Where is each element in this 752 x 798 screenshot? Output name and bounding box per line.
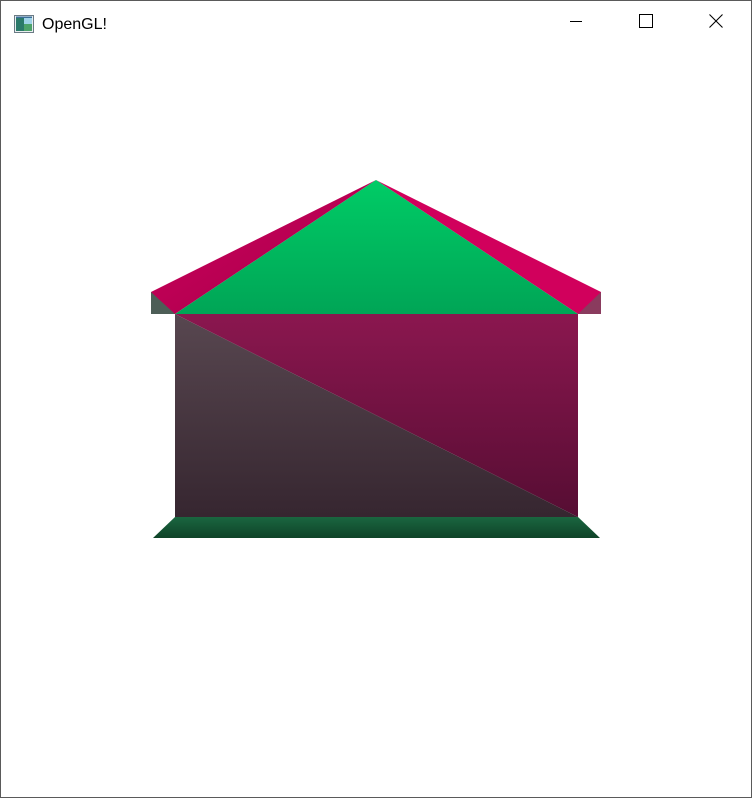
opengl-window: OpenGL!: [0, 0, 752, 798]
close-button[interactable]: [681, 1, 751, 46]
title-bar[interactable]: OpenGL!: [1, 1, 751, 46]
house-base: [153, 517, 600, 538]
house-scene: [151, 180, 601, 538]
minimize-icon: [568, 13, 584, 34]
window-title: OpenGL!: [42, 16, 107, 33]
close-icon: [708, 13, 724, 34]
minimize-button[interactable]: [541, 1, 611, 46]
opengl-window-icon: [14, 15, 34, 33]
roof-front-triangle: [175, 180, 578, 314]
maximize-icon: [638, 13, 654, 34]
opengl-viewport[interactable]: [1, 46, 751, 797]
maximize-button[interactable]: [611, 1, 681, 46]
